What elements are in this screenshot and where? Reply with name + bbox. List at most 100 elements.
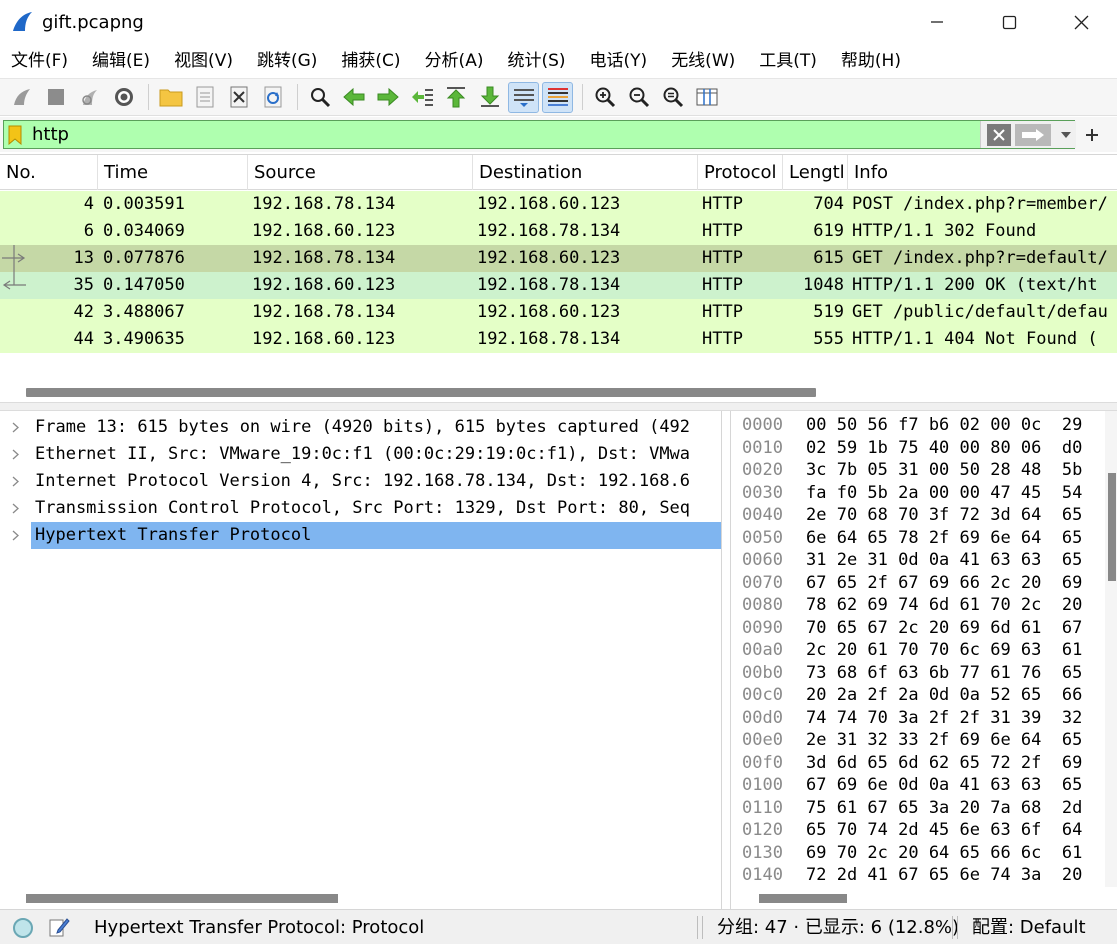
hex-row[interactable]: 00c0 20 2a 2f 2a 0d 0a 52 65 66	[731, 684, 1117, 707]
chevron-right-icon[interactable]	[9, 468, 23, 495]
menu-telephony[interactable]: 电话(Y)	[578, 44, 660, 78]
save-file-button[interactable]	[189, 82, 220, 113]
resize-columns-button[interactable]	[691, 82, 722, 113]
tree-item[interactable]: Hypertext Transfer Protocol	[0, 522, 722, 549]
column-info[interactable]: Info	[848, 155, 1117, 190]
menu-help[interactable]: 帮助(H)	[829, 44, 913, 78]
scroll-thumb[interactable]	[26, 894, 338, 903]
display-filter-input[interactable]	[32, 121, 982, 148]
hex-row[interactable]: 00d0 74 74 70 3a 2f 2f 31 39 32	[731, 707, 1117, 730]
profile-label[interactable]: 配置: Default	[972, 910, 1086, 944]
bytes-hscrollbar[interactable]	[731, 887, 1117, 909]
go-first-button[interactable]	[440, 82, 471, 113]
table-row[interactable]: 42 3.488067 192.168.78.134 192.168.60.123 HT…	[0, 299, 1117, 326]
go-last-button[interactable]	[474, 82, 505, 113]
tree-item[interactable]: Ethernet II, Src: VMware_19:0c:f1 (00:0c…	[0, 441, 722, 468]
hex-row[interactable]: 0000 00 50 56 f7 b6 02 00 0c 29	[731, 414, 1117, 437]
find-packet-button[interactable]	[304, 82, 335, 113]
table-row[interactable]: 35 0.147050 192.168.60.123 192.168.78.134 HT…	[0, 272, 1117, 299]
table-row[interactable]: 13 0.077876 192.168.78.134 192.168.60.123 HT…	[0, 245, 1117, 272]
table-row[interactable]: 6 0.034069 192.168.60.123 192.168.78.134 HTT…	[0, 218, 1117, 245]
zoom-out-button[interactable]	[623, 82, 654, 113]
colorize-button[interactable]	[542, 81, 573, 113]
restart-capture-button[interactable]	[74, 82, 105, 113]
table-row[interactable]: 44 3.490635 192.168.60.123 192.168.78.134 HT…	[0, 326, 1117, 353]
tree-item[interactable]: Internet Protocol Version 4, Src: 192.16…	[0, 468, 722, 495]
column-length[interactable]: Lengtl	[783, 155, 848, 190]
hex-row[interactable]: 0130 69 70 2c 20 64 65 66 6c 61	[731, 842, 1117, 865]
chevron-right-icon[interactable]	[9, 441, 23, 468]
tree-item-label: Ethernet II, Src: VMware_19:0c:f1 (00:0c…	[35, 444, 691, 464]
scroll-thumb[interactable]	[759, 894, 847, 903]
menu-tools[interactable]: 工具(T)	[747, 44, 829, 78]
packet-list-hscrollbar[interactable]	[0, 381, 1117, 403]
apply-filter-button[interactable]	[1015, 123, 1051, 146]
hex-row[interactable]: 0010 02 59 1b 75 40 00 80 06 d0	[731, 437, 1117, 460]
menu-view[interactable]: 视图(V)	[162, 44, 245, 78]
menu-file[interactable]: 文件(F)	[0, 44, 80, 78]
column-no[interactable]: No.	[0, 155, 98, 190]
column-destination[interactable]: Destination	[473, 155, 698, 190]
zoom-normal-button[interactable]	[657, 82, 688, 113]
menu-statistics[interactable]: 统计(S)	[495, 44, 577, 78]
hex-row[interactable]: 00f0 3d 6d 65 6d 62 65 72 2f 69	[731, 752, 1117, 775]
menu-edit[interactable]: 编辑(E)	[80, 44, 162, 78]
start-capture-button[interactable]	[6, 82, 37, 113]
menu-go[interactable]: 跳转(G)	[245, 44, 329, 78]
menu-analyze[interactable]: 分析(A)	[413, 44, 496, 78]
reload-file-button[interactable]	[257, 82, 288, 113]
hex-row[interactable]: 0090 70 65 67 2c 20 69 6d 61 67	[731, 617, 1117, 640]
tree-item[interactable]: Transmission Control Protocol, Src Port:…	[0, 495, 722, 522]
hex-row[interactable]: 0020 3c 7b 05 31 00 50 28 48 5b	[731, 459, 1117, 482]
bytes-vscrollbar[interactable]	[1105, 411, 1117, 887]
pane-splitter[interactable]	[0, 402, 1117, 411]
bookmark-icon[interactable]	[8, 125, 22, 145]
column-source[interactable]: Source	[248, 155, 473, 190]
capture-options-button[interactable]	[108, 82, 139, 113]
chevron-right-icon[interactable]	[9, 495, 23, 522]
hex-row[interactable]: 0080 78 62 69 74 6d 61 70 2c 20	[731, 594, 1117, 617]
auto-scroll-button[interactable]	[508, 81, 539, 113]
chevron-right-icon[interactable]	[9, 414, 23, 441]
hex-row[interactable]: 0110 75 61 67 65 3a 20 7a 68 2d	[731, 797, 1117, 820]
scroll-thumb[interactable]	[1108, 473, 1116, 581]
hex-row[interactable]: 00a0 2c 20 61 70 70 6c 69 63 61	[731, 639, 1117, 662]
filter-history-dropdown[interactable]	[1057, 124, 1075, 146]
add-filter-button[interactable]	[1080, 123, 1104, 147]
go-back-button[interactable]	[338, 82, 369, 113]
cell-len: 615	[813, 248, 844, 268]
table-row[interactable]: 4 0.003591 192.168.78.134 192.168.60.123 HTT…	[0, 191, 1117, 218]
hex-row[interactable]: 0030 fa f0 5b 2a 00 00 47 45 54	[731, 482, 1117, 505]
cell-len: 619	[813, 221, 844, 241]
hex-row[interactable]: 0040 2e 70 68 70 3f 72 3d 64 65	[731, 504, 1117, 527]
maximize-button[interactable]	[973, 0, 1045, 44]
cell-info: POST /index.php?r=member/	[852, 194, 1108, 214]
details-hscrollbar[interactable]	[0, 887, 722, 909]
minimize-button[interactable]	[901, 0, 973, 44]
close-window-button[interactable]	[1045, 0, 1117, 44]
zoom-in-button[interactable]	[589, 82, 620, 113]
column-protocol[interactable]: Protocol	[698, 155, 783, 190]
hex-row[interactable]: 0100 67 69 6e 0d 0a 41 63 63 65	[731, 774, 1117, 797]
scroll-thumb[interactable]	[26, 388, 816, 397]
go-to-packet-button[interactable]	[406, 82, 437, 113]
go-forward-button[interactable]	[372, 82, 403, 113]
close-file-button[interactable]	[223, 82, 254, 113]
hex-row[interactable]: 00b0 73 68 6f 63 6b 77 61 76 65	[731, 662, 1117, 685]
tree-item[interactable]: Frame 13: 615 bytes on wire (4920 bits),…	[0, 414, 722, 441]
chevron-right-icon[interactable]	[9, 522, 23, 549]
hex-row[interactable]: 0070 67 65 2f 67 69 66 2c 20 69	[731, 572, 1117, 595]
column-time[interactable]: Time	[98, 155, 248, 190]
hex-row[interactable]: 0050 6e 64 65 78 2f 69 6e 64 65	[731, 527, 1117, 550]
menu-capture[interactable]: 捕获(C)	[329, 44, 412, 78]
clear-filter-button[interactable]	[987, 123, 1011, 146]
hex-row[interactable]: 00e0 2e 31 32 33 2f 69 6e 64 65	[731, 729, 1117, 752]
stop-capture-button[interactable]	[40, 82, 71, 113]
hex-row[interactable]: 0060 31 2e 31 0d 0a 41 63 63 65	[731, 549, 1117, 572]
menu-wireless[interactable]: 无线(W)	[659, 44, 747, 78]
edit-comment-icon[interactable]	[48, 916, 70, 938]
expert-info-indicator[interactable]	[13, 918, 33, 938]
hex-row[interactable]: 0140 72 2d 41 67 65 6e 74 3a 20	[731, 864, 1117, 887]
hex-row[interactable]: 0120 65 70 74 2d 45 6e 63 6f 64	[731, 819, 1117, 842]
open-file-button[interactable]	[155, 82, 186, 113]
